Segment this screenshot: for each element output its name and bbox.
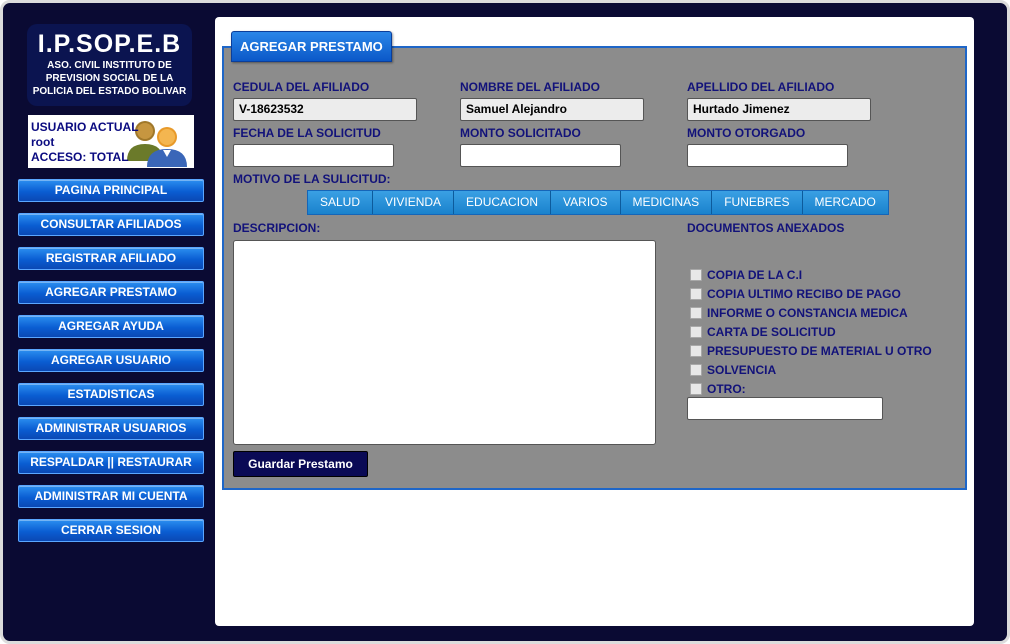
logo-subtitle-3: POLICIA DEL ESTADO BOLIVAR [32,86,187,97]
nav-cerrar-sesion[interactable]: CERRAR SESION [18,519,204,542]
motivo-vivienda[interactable]: VIVIENDA [373,191,455,214]
doc-otro: OTRO: [690,381,746,397]
nav-agregar-usuario[interactable]: AGREGAR USUARIO [18,349,204,372]
monto-solicitado-label: MONTO SOLICITADO [460,126,581,140]
apellido-field[interactable]: Hurtado Jimenez [687,98,871,121]
guardar-prestamo-button[interactable]: Guardar Prestamo [233,451,368,477]
nombre-field[interactable]: Samuel Alejandro [460,98,644,121]
fecha-label: FECHA DE LA SOLICITUD [233,126,381,140]
motivo-salud[interactable]: SALUD [308,191,374,214]
otro-field[interactable] [687,397,883,420]
motivo-label: MOTIVO DE LA SULICITUD: [233,172,391,186]
nav-estadisticas[interactable]: ESTADISTICAS [18,383,204,406]
descripcion-label: DESCRIPCION: [233,221,321,235]
cedula-label: CEDULA DEL AFILIADO [233,80,370,94]
checkbox[interactable] [690,269,702,281]
checkbox[interactable] [690,364,702,376]
nav-pagina-principal[interactable]: PAGINA PRINCIPAL [18,179,204,202]
monto-otorgado-field[interactable] [687,144,848,167]
doc-label: PRESUPUESTO DE MATERIAL U OTRO [707,344,932,358]
doc-carta-solicitud: CARTA DE SOLICITUD [690,324,836,340]
doc-label: COPIA DE LA C.I [707,268,803,282]
motivo-mercado[interactable]: MERCADO [802,191,888,214]
doc-presupuesto: PRESUPUESTO DE MATERIAL U OTRO [690,343,932,359]
current-user-access: ACCESO: TOTAL [31,150,129,164]
checkbox[interactable] [690,345,702,357]
logo-subtitle-2: PREVISION SOCIAL DE LA [45,73,174,84]
doc-copia-ci: COPIA DE LA C.I [690,267,802,283]
checkbox[interactable] [690,288,702,300]
current-user-name: root [31,135,55,149]
doc-label: COPIA ULTIMO RECIBO DE PAGO [707,287,901,301]
monto-otorgado-label: MONTO OTORGADO [687,126,806,140]
motivo-funebres[interactable]: FUNEBRES [712,191,803,214]
doc-label: OTRO: [707,382,746,396]
fecha-field[interactable] [233,144,394,167]
nombre-label: NOMBRE DEL AFILIADO [460,80,600,94]
form-title-tab: AGREGAR PRESTAMO [231,31,392,62]
logo: I.P.SOP.E.B ASO. CIVIL INSTITUTO DE PREV… [27,24,192,106]
checkbox[interactable] [690,383,702,395]
cedula-field[interactable]: V-18623532 [233,98,417,121]
motivo-tabs: SALUD VIVIENDA EDUCACION VARIOS MEDICINA… [307,190,889,215]
checkbox[interactable] [690,326,702,338]
apellido-label: APELLIDO DEL AFILIADO [687,80,835,94]
sidebar-nav: PAGINA PRINCIPAL CONSULTAR AFILIADOS REG… [18,179,204,553]
doc-informe-medico: INFORME O CONSTANCIA MEDICA [690,305,908,321]
current-user-label: USUARIO ACTUAL [31,120,139,134]
current-user-box: USUARIO ACTUAL root ACCESO: TOTAL [28,115,194,168]
descripcion-textarea[interactable] [233,240,656,445]
nav-agregar-ayuda[interactable]: AGREGAR AYUDA [18,315,204,338]
nav-consultar-afiliados[interactable]: CONSULTAR AFILIADOS [18,213,204,236]
checkbox[interactable] [690,307,702,319]
nav-administrar-mi-cuenta[interactable]: ADMINISTRAR MI CUENTA [18,485,204,508]
motivo-medicinas[interactable]: MEDICINAS [620,191,713,214]
motivo-educacion[interactable]: EDUCACION [454,191,552,214]
doc-label: CARTA DE SOLICITUD [707,325,836,339]
logo-title: I.P.SOP.E.B [37,30,182,58]
doc-label: SOLVENCIA [707,363,777,377]
nav-registrar-afiliado[interactable]: REGISTRAR AFILIADO [18,247,204,270]
motivo-varios[interactable]: VARIOS [551,191,621,214]
nav-agregar-prestamo[interactable]: AGREGAR PRESTAMO [18,281,204,304]
doc-label: INFORME O CONSTANCIA MEDICA [707,306,908,320]
doc-recibo-pago: COPIA ULTIMO RECIBO DE PAGO [690,286,901,302]
doc-solvencia: SOLVENCIA [690,362,776,378]
documentos-label: DOCUMENTOS ANEXADOS [687,221,845,235]
nav-administrar-usuarios[interactable]: ADMINISTRAR USUARIOS [18,417,204,440]
nav-respaldar-restaurar[interactable]: RESPALDAR || RESTAURAR [18,451,204,474]
logo-subtitle-1: ASO. CIVIL INSTITUTO DE [47,60,172,71]
monto-solicitado-field[interactable] [460,144,621,167]
